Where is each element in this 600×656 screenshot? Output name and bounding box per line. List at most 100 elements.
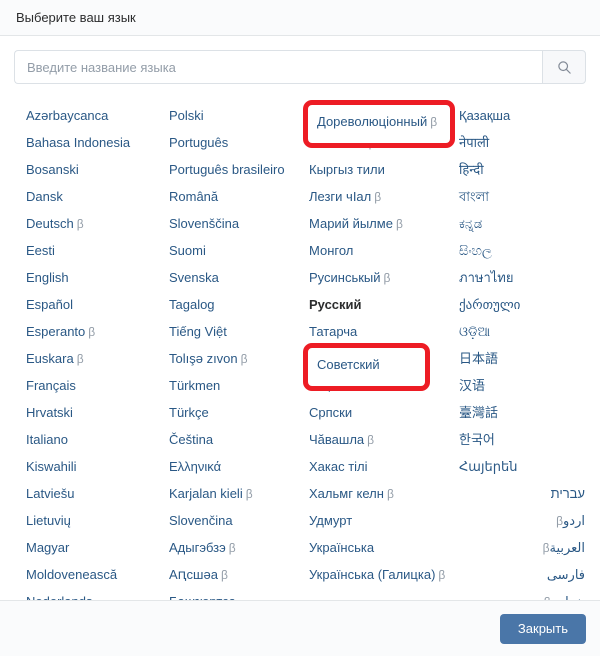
language-option[interactable]: Қазақша [459, 102, 585, 129]
language-option[interactable]: فارسی [459, 561, 585, 588]
language-option[interactable]: Português brasileiro [169, 156, 309, 183]
language-option[interactable]: Suomi [169, 237, 309, 264]
language-option[interactable]: Українська (Галицка) β [309, 561, 459, 588]
language-option[interactable]: Аԥсшәа β [169, 561, 309, 588]
language-option[interactable]: ქართული [459, 291, 585, 318]
language-option[interactable]: 臺灣話 [459, 399, 585, 426]
language-option[interactable]: Марий йылме β [309, 210, 459, 237]
language-option[interactable]: Latviešu [26, 480, 169, 507]
language-option[interactable]: Italiano [26, 426, 169, 453]
language-option[interactable]: 한국어 [459, 426, 585, 453]
language-option[interactable]: اردوβ [459, 507, 585, 534]
language-option[interactable]: ଓଡ଼ିଆ [459, 318, 585, 345]
language-option[interactable]: Кыргыз тили [309, 156, 459, 183]
language-option[interactable]: Kiswahili [26, 453, 169, 480]
language-option[interactable]: Ελληνικά [169, 453, 309, 480]
language-option[interactable]: Português [169, 129, 309, 156]
language-option[interactable]: Tolışə zıvon β [169, 345, 309, 372]
language-column-4: Қазақша नेपाली हिन्दी বাংলা ಕನ್ನಡ සිංහල ภาษาไท… [459, 102, 585, 600]
language-option[interactable]: 汉语 [459, 372, 585, 399]
language-option-label: Tolışə zıvon [169, 351, 238, 366]
language-option-label: 한국어 [459, 432, 495, 447]
language-option[interactable]: Hrvatski [26, 399, 169, 426]
language-option[interactable]: Dansk [26, 183, 169, 210]
language-option[interactable]: پنجابیβ [459, 588, 585, 600]
language-option[interactable]: नेपाली [459, 129, 585, 156]
language-option[interactable]: Хальмг келн β [309, 480, 459, 507]
language-option[interactable]: Türkmen [169, 372, 309, 399]
language-option[interactable]: Azərbaycanca [26, 102, 169, 129]
language-option-label: සිංහල [459, 243, 492, 258]
language-option[interactable]: Română [169, 183, 309, 210]
language-option[interactable]: Српски [309, 399, 459, 426]
language-option[interactable]: Дореволюціонный β [309, 102, 459, 129]
language-option[interactable]: বাংলা [459, 183, 585, 210]
language-option-label: Português [169, 135, 229, 150]
dialog-header: Выберите ваш язык [0, 0, 600, 36]
search-input[interactable] [14, 50, 542, 84]
language-option-label: Slovenčina [169, 513, 233, 528]
language-option[interactable]: Magyar [26, 534, 169, 561]
language-option[interactable]: Euskara β [26, 345, 169, 372]
language-option[interactable]: Tiếng Việt [169, 318, 309, 345]
language-option-label: پنجابی [551, 594, 585, 600]
language-option[interactable]: Հայերեն [459, 453, 585, 480]
language-option[interactable]: Tagalog [169, 291, 309, 318]
language-option[interactable]: Eesti [26, 237, 169, 264]
language-option[interactable]: Slovenščina [169, 210, 309, 237]
language-option[interactable]: Русинськый β [309, 264, 459, 291]
language-option[interactable]: English [26, 264, 169, 291]
language-option-label: العربية [549, 540, 585, 555]
language-option[interactable]: Татарча [309, 318, 459, 345]
language-option[interactable]: Français [26, 372, 169, 399]
language-option[interactable]: Karjalan kieli β [169, 480, 309, 507]
language-option[interactable]: ಕನ್ನಡ [459, 210, 585, 237]
language-option[interactable]: Español [26, 291, 169, 318]
language-option[interactable]: हिन्दी [459, 156, 585, 183]
language-option-label: Кыргыз тили [309, 162, 385, 177]
language-option[interactable]: Советский [309, 345, 459, 372]
language-option[interactable]: Башҡортса [169, 588, 309, 600]
language-option-label: 臺灣話 [459, 405, 499, 420]
language-option[interactable]: Moldovenească [26, 561, 169, 588]
beta-badge: β [367, 433, 375, 447]
search-row [0, 36, 600, 84]
language-option-label: Italiano [26, 432, 68, 447]
language-option[interactable]: Адыгэбзэ β [169, 534, 309, 561]
language-option[interactable]: Тоҷикӣ [309, 372, 459, 399]
language-option[interactable]: Svenska [169, 264, 309, 291]
language-option[interactable]: සිංහල [459, 237, 585, 264]
language-option[interactable]: Удмурт [309, 507, 459, 534]
language-option-label: 汉语 [459, 378, 486, 393]
language-option[interactable]: Deutsch β [26, 210, 169, 237]
language-option-label: Українська [309, 540, 375, 555]
language-option[interactable]: Polski [169, 102, 309, 129]
language-option[interactable]: 日本語 [459, 345, 585, 372]
language-option[interactable]: Хакас тілі [309, 453, 459, 480]
language-option[interactable]: Lietuvių [26, 507, 169, 534]
language-option[interactable]: Монгол [309, 237, 459, 264]
language-option[interactable]: Bahasa Indonesia [26, 129, 169, 156]
language-option[interactable]: ภาษาไทย [459, 264, 585, 291]
language-option[interactable]: Українська [309, 534, 459, 561]
language-option[interactable]: Esperanto β [26, 318, 169, 345]
beta-badge: β [228, 541, 236, 555]
language-option[interactable]: Čeština [169, 426, 309, 453]
language-option-label: Türkmen [169, 378, 221, 393]
language-option[interactable]: Чӑвашла β [309, 426, 459, 453]
close-button[interactable]: Закрыть [499, 613, 586, 644]
language-option[interactable]: العربيةβ [459, 534, 585, 561]
language-option-label: Удмурт [309, 513, 353, 528]
language-option-label: Tiếng Việt [169, 324, 227, 339]
language-option[interactable]: Лезги чӀал β [309, 183, 459, 210]
search-button[interactable] [542, 50, 586, 84]
language-option[interactable]: Русский [309, 291, 459, 318]
language-option[interactable]: Slovenčina [169, 507, 309, 534]
language-option[interactable]: Bosanski [26, 156, 169, 183]
language-option[interactable]: Nederlands [26, 588, 169, 600]
language-option[interactable]: עברית [459, 480, 585, 507]
language-option-label: Монгол [309, 243, 354, 258]
language-option[interactable]: Türkçe [169, 399, 309, 426]
beta-badge: β [383, 271, 391, 285]
language-option[interactable]: Коми кыв β [309, 129, 459, 156]
